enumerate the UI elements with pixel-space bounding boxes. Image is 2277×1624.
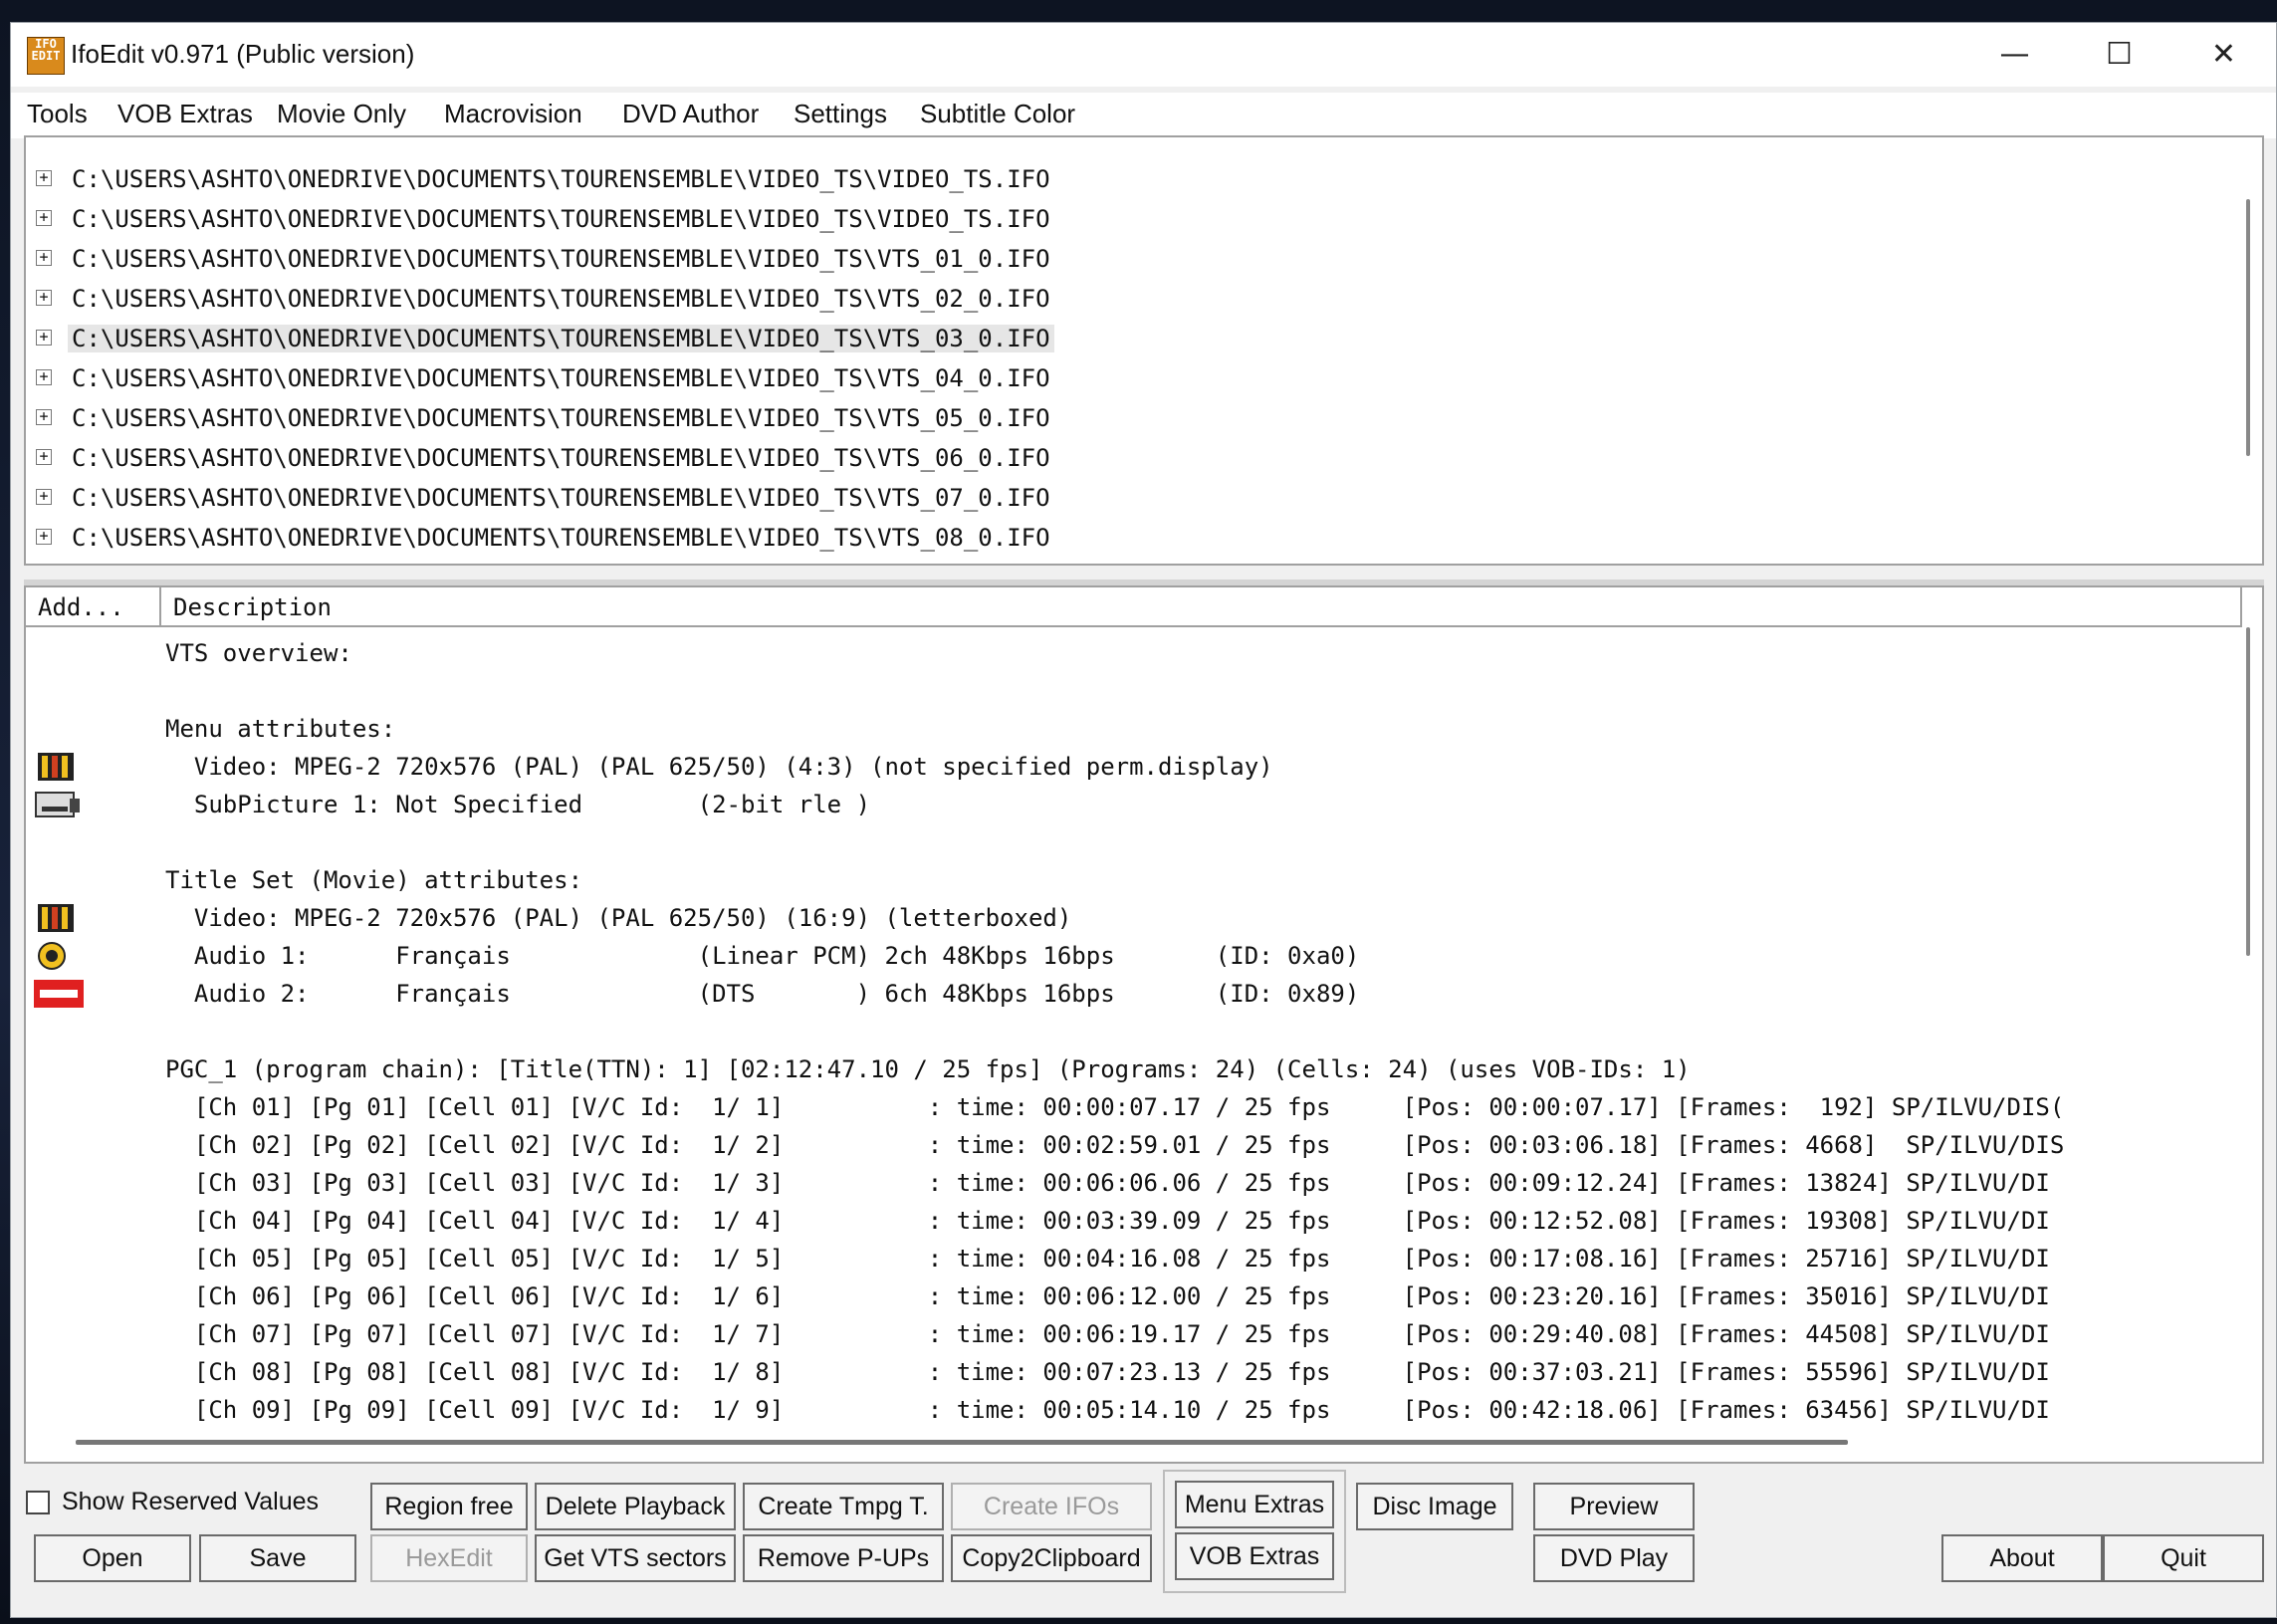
maximize-button[interactable]: ☐: [2067, 23, 2171, 87]
get-vts-sectors-button[interactable]: Get VTS sectors: [535, 1534, 736, 1582]
detail-line: Title Set (Movie) attributes:: [165, 866, 583, 894]
film-icon: [38, 904, 74, 932]
detail-line: Video: MPEG-2 720x576 (PAL) (PAL 625/50)…: [165, 753, 1273, 781]
about-button[interactable]: About: [1941, 1534, 2103, 1582]
menu-bar: Tools VOB Extras Movie Only Macrovision …: [11, 93, 2276, 138]
menu-dvd-author[interactable]: DVD Author: [622, 99, 759, 129]
expand-plus-icon[interactable]: +: [36, 409, 52, 425]
chapter-line: [Ch 01] [Pg 01] [Cell 01] [V/C Id: 1/ 1]…: [165, 1093, 2065, 1121]
tree-item-label: C:\USERS\ASHTO\ONEDRIVE\DOCUMENTS\TOUREN…: [72, 404, 1050, 432]
tree-item-label: C:\USERS\ASHTO\ONEDRIVE\DOCUMENTS\TOUREN…: [68, 325, 1054, 352]
chapter-line: [Ch 04] [Pg 04] [Cell 04] [V/C Id: 1/ 4]…: [165, 1207, 2050, 1235]
create-tmpg-button[interactable]: Create Tmpg T.: [743, 1483, 944, 1530]
ifo-file-tree[interactable]: + C:\USERS\ASHTO\ONEDRIVE\DOCUMENTS\TOURE…: [24, 135, 2264, 566]
quit-button[interactable]: Quit: [2103, 1534, 2264, 1582]
detail-line: Audio 1: Français (Linear PCM) 2ch 48Kbp…: [165, 942, 1360, 970]
detail-line: Video: MPEG-2 720x576 (PAL) (PAL 625/50)…: [165, 904, 1072, 932]
save-button[interactable]: Save: [199, 1534, 356, 1582]
chapter-line: [Ch 05] [Pg 05] [Cell 05] [V/C Id: 1/ 5]…: [165, 1245, 2050, 1273]
dvd-play-button[interactable]: DVD Play: [1533, 1534, 1695, 1582]
detail-line: VTS overview:: [165, 639, 352, 667]
menu-macrovision[interactable]: Macrovision: [444, 99, 582, 129]
region-free-button[interactable]: Region free: [370, 1483, 528, 1530]
show-reserved-label: Show Reserved Values: [62, 1488, 320, 1515]
expand-plus-icon[interactable]: +: [36, 529, 52, 545]
delete-playback-button[interactable]: Delete Playback: [535, 1483, 736, 1530]
dts-icon: [34, 980, 84, 1008]
menu-tools[interactable]: Tools: [27, 99, 88, 129]
remove-pups-button[interactable]: Remove P-UPs: [743, 1534, 944, 1582]
create-ifos-button: Create IFOs: [951, 1483, 1152, 1530]
open-button[interactable]: Open: [34, 1534, 191, 1582]
detail-line: Audio 2: Français (DTS ) 6ch 48Kbps 16bp…: [165, 980, 1360, 1008]
chapter-line: [Ch 09] [Pg 09] [Cell 09] [V/C Id: 1/ 9]…: [165, 1396, 2050, 1424]
chapter-line: [Ch 06] [Pg 06] [Cell 06] [V/C Id: 1/ 6]…: [165, 1282, 2050, 1310]
tree-item-label: C:\USERS\ASHTO\ONEDRIVE\DOCUMENTS\TOUREN…: [72, 245, 1050, 273]
pgc-line: PGC_1 (program chain): [Title(TTN): 1] […: [165, 1055, 1691, 1083]
column-header-description[interactable]: Description: [161, 587, 2242, 627]
expand-plus-icon[interactable]: +: [36, 250, 52, 266]
preview-button[interactable]: Preview: [1533, 1483, 1695, 1530]
minimize-button[interactable]: —: [1962, 23, 2067, 87]
app-icon-label: IFO EDIT: [31, 37, 61, 63]
tree-item-label: C:\USERS\ASHTO\ONEDRIVE\DOCUMENTS\TOUREN…: [72, 484, 1050, 512]
close-button[interactable]: ✕: [2171, 23, 2276, 87]
tree-item-label: C:\USERS\ASHTO\ONEDRIVE\DOCUMENTS\TOUREN…: [72, 285, 1050, 313]
expand-plus-icon[interactable]: +: [36, 489, 52, 505]
disc-image-button[interactable]: Disc Image: [1356, 1483, 1513, 1530]
title-bar[interactable]: IFO EDIT IfoEdit v0.971 (Public version)…: [11, 23, 2276, 87]
subpicture-icon: [35, 792, 80, 817]
menu-subtitle-color[interactable]: Subtitle Color: [920, 99, 1075, 129]
column-header-add[interactable]: Add...: [26, 587, 161, 627]
expand-plus-icon[interactable]: +: [36, 449, 52, 465]
menu-extras-button[interactable]: Menu Extras: [1175, 1481, 1334, 1528]
expand-plus-icon[interactable]: +: [36, 290, 52, 306]
ifoedit-app-icon: IFO EDIT: [27, 37, 65, 75]
description-scrollbar-thumb[interactable]: [2246, 627, 2250, 956]
menu-movie-only[interactable]: Movie Only: [277, 99, 406, 129]
expand-plus-icon[interactable]: +: [36, 369, 52, 385]
expand-plus-icon[interactable]: +: [36, 170, 52, 186]
horizontal-scrollbar-thumb[interactable]: [76, 1440, 1848, 1445]
expand-plus-icon[interactable]: +: [36, 330, 52, 346]
description-panel[interactable]: Add... Description VTS overview: Menu at…: [24, 585, 2264, 1464]
chapter-line: [Ch 03] [Pg 03] [Cell 03] [V/C Id: 1/ 3]…: [165, 1169, 2050, 1197]
speaker-icon: [38, 942, 66, 970]
menu-vob-extras[interactable]: VOB Extras: [117, 99, 253, 129]
chapter-line: [Ch 07] [Pg 07] [Cell 07] [V/C Id: 1/ 7]…: [165, 1320, 2050, 1348]
tree-item-label: C:\USERS\ASHTO\ONEDRIVE\DOCUMENTS\TOUREN…: [72, 524, 1050, 552]
chapter-line: [Ch 08] [Pg 08] [Cell 08] [V/C Id: 1/ 8]…: [165, 1358, 2050, 1386]
show-reserved-checkbox[interactable]: [26, 1491, 50, 1514]
tree-item-label: C:\USERS\ASHTO\ONEDRIVE\DOCUMENTS\TOUREN…: [72, 364, 1050, 392]
hexedit-button: HexEdit: [370, 1534, 528, 1582]
tree-item-label: C:\USERS\ASHTO\ONEDRIVE\DOCUMENTS\TOUREN…: [72, 165, 1050, 193]
vob-extras-button[interactable]: VOB Extras: [1175, 1532, 1334, 1580]
copy2clipboard-button[interactable]: Copy2Clipboard: [951, 1534, 1152, 1582]
tree-item-label: C:\USERS\ASHTO\ONEDRIVE\DOCUMENTS\TOUREN…: [72, 205, 1050, 233]
expand-plus-icon[interactable]: +: [36, 210, 52, 226]
tree-item-label: C:\USERS\ASHTO\ONEDRIVE\DOCUMENTS\TOUREN…: [72, 444, 1050, 472]
detail-line: SubPicture 1: Not Specified (2-bit rle ): [165, 791, 871, 818]
detail-line: Menu attributes:: [165, 715, 396, 743]
window-title: IfoEdit v0.971 (Public version): [71, 39, 415, 69]
tree-scrollbar-thumb[interactable]: [2246, 199, 2250, 456]
menu-settings[interactable]: Settings: [794, 99, 887, 129]
chapter-line: [Ch 02] [Pg 02] [Cell 02] [V/C Id: 1/ 2]…: [165, 1131, 2065, 1159]
film-icon: [38, 753, 74, 781]
